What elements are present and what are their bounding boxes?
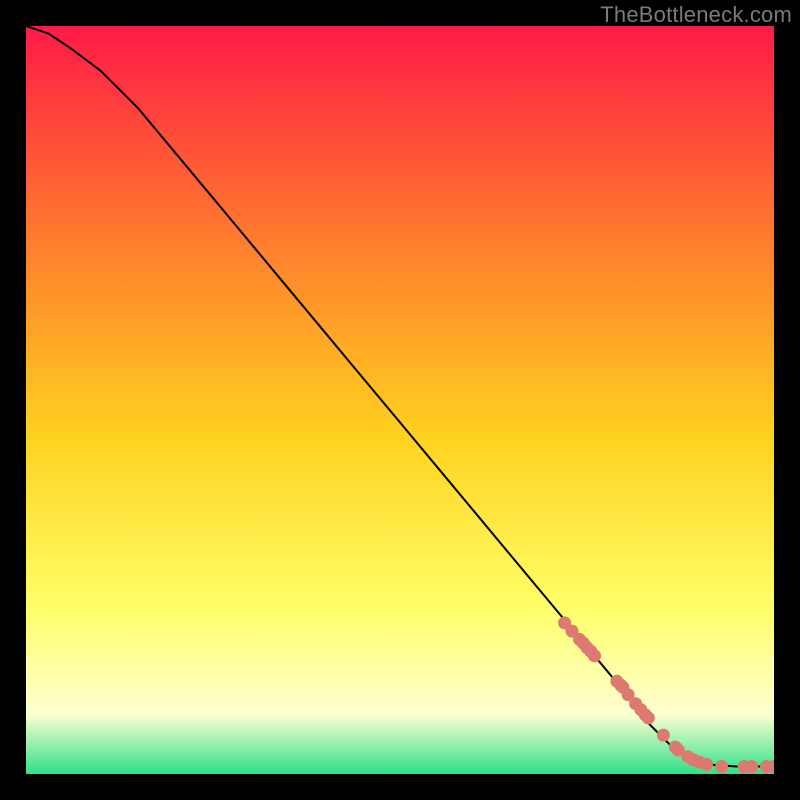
plot-area — [26, 26, 774, 774]
chart-frame: TheBottleneck.com — [0, 0, 800, 800]
watermark-label: TheBottleneck.com — [600, 2, 792, 28]
sample-point — [657, 729, 670, 742]
sample-point — [700, 758, 713, 771]
gradient-background — [26, 26, 774, 774]
sample-point — [588, 649, 601, 662]
sample-point — [715, 760, 728, 773]
chart-svg — [26, 26, 774, 774]
sample-point — [642, 711, 655, 724]
sample-point — [745, 760, 758, 773]
